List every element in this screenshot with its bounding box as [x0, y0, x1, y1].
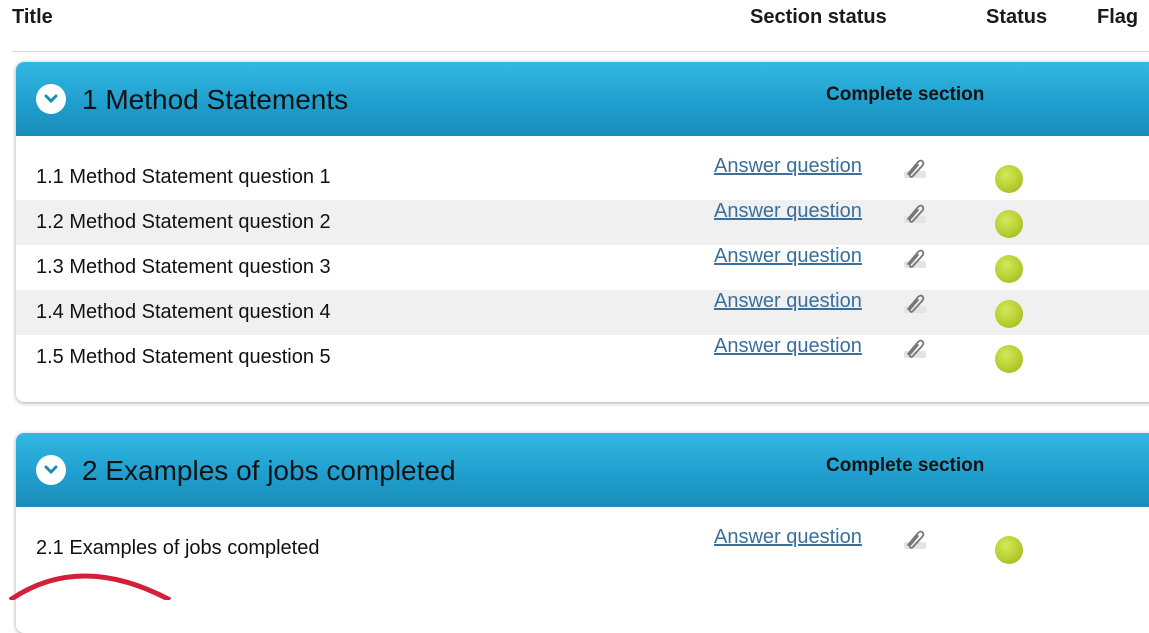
status-dot	[995, 536, 1023, 564]
complete-section-button[interactable]: Complete section	[826, 455, 984, 477]
status-dot	[995, 255, 1023, 283]
paperclip-icon[interactable]	[901, 157, 929, 181]
column-header-section-status: Section status	[750, 6, 887, 28]
answer-question-link[interactable]: Answer question	[714, 335, 862, 358]
answer-question-link[interactable]: Answer question	[714, 155, 862, 178]
section-header: 1 Method Statements Complete section	[16, 62, 1149, 136]
question-title: 1.3 Method Statement question 3	[36, 256, 331, 278]
section-title: 2 Examples of jobs completed	[82, 455, 456, 486]
question-title: 1.2 Method Statement question 2	[36, 211, 331, 233]
question-title: 2.1 Examples of jobs completed	[36, 537, 320, 559]
paperclip-icon[interactable]	[901, 528, 929, 552]
answer-question-link[interactable]: Answer question	[714, 526, 862, 549]
question-row: 1.4 Method Statement question 4 Answer q…	[16, 290, 1149, 335]
question-title: 1.4 Method Statement question 4	[36, 301, 331, 323]
status-dot	[995, 300, 1023, 328]
paperclip-icon[interactable]	[901, 292, 929, 316]
paperclip-icon[interactable]	[901, 202, 929, 226]
status-dot	[995, 210, 1023, 238]
answer-question-link[interactable]: Answer question	[714, 245, 862, 268]
question-row: 1.1 Method Statement question 1 Answer q…	[16, 155, 1149, 200]
complete-section-button[interactable]: Complete section	[826, 84, 984, 106]
column-header-flag: Flag	[1097, 6, 1139, 28]
paperclip-icon[interactable]	[901, 247, 929, 271]
question-title: 1.5 Method Statement question 5	[36, 346, 331, 368]
answer-question-link[interactable]: Answer question	[714, 290, 862, 313]
column-header-status: Status	[986, 6, 1048, 28]
section-title: 1 Method Statements	[82, 84, 349, 115]
section-method-statements: 1 Method Statements Complete section 1.1…	[16, 62, 1149, 402]
column-headers: Title Section status Status Flag	[0, 0, 1149, 50]
chevron-down-icon[interactable]	[36, 455, 66, 485]
paperclip-icon[interactable]	[901, 337, 929, 361]
question-row: 1.5 Method Statement question 5 Answer q…	[16, 335, 1149, 380]
section-header: 2 Examples of jobs completed Complete se…	[16, 433, 1149, 507]
status-dot	[995, 345, 1023, 373]
question-row: 1.3 Method Statement question 3 Answer q…	[16, 245, 1149, 290]
question-row: 1.2 Method Statement question 2 Answer q…	[16, 200, 1149, 245]
question-title: 1.1 Method Statement question 1	[36, 166, 331, 188]
status-dot	[995, 165, 1023, 193]
header-divider	[12, 51, 1149, 52]
chevron-down-icon[interactable]	[36, 84, 66, 114]
red-annotation-arc	[8, 573, 172, 600]
answer-question-link[interactable]: Answer question	[714, 200, 862, 223]
column-header-title: Title	[12, 6, 53, 28]
section-examples-of-jobs: 2 Examples of jobs completed Complete se…	[16, 433, 1149, 633]
question-list: 1.1 Method Statement question 1 Answer q…	[16, 136, 1149, 380]
